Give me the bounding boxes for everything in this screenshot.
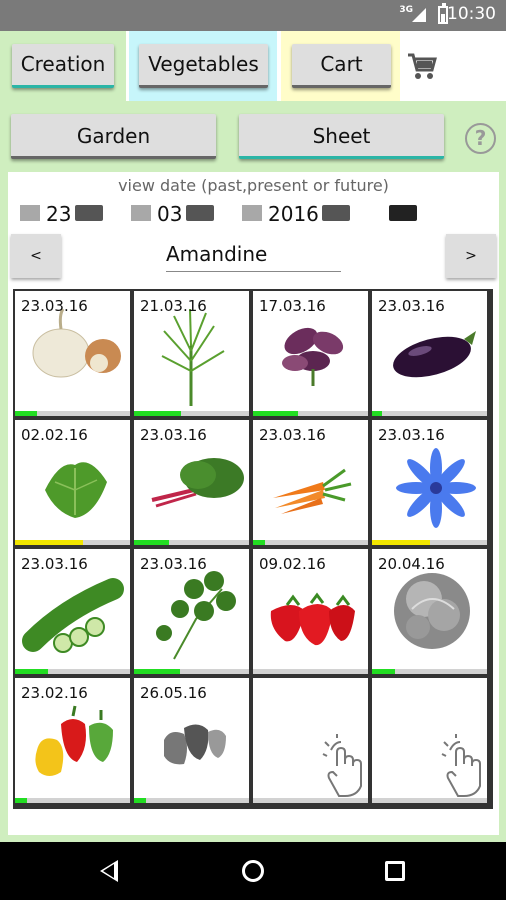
garden-cell[interactable]: 26.05.16 [134, 678, 249, 803]
sowing-date: 09.02.16 [259, 555, 326, 573]
home-icon[interactable] [242, 860, 264, 882]
growth-progress-bar [15, 669, 130, 674]
garden-cell[interactable]: 23.03.16 [372, 420, 487, 545]
year-increment[interactable] [322, 205, 350, 221]
status-bar: 3G 10:30 [0, 0, 506, 31]
garden-cell[interactable]: 23.03.16 [372, 291, 487, 416]
garden-cell[interactable] [372, 678, 487, 803]
growth-progress-fill [134, 540, 169, 545]
growth-progress-fill [15, 411, 37, 416]
garden-cell[interactable]: 23.03.16 [253, 420, 368, 545]
growth-progress-fill [15, 669, 49, 674]
sowing-date: 23.03.16 [259, 426, 326, 444]
view-date-label: view date (past,present or future) [118, 176, 389, 195]
growth-progress-bar [372, 411, 487, 416]
month-value: 03 [157, 202, 183, 226]
tab-cart[interactable]: Cart [292, 44, 391, 88]
day-value: 23 [46, 202, 72, 226]
growth-progress-bar [134, 411, 249, 416]
sowing-date: 23.03.16 [21, 555, 88, 573]
recents-icon[interactable] [385, 861, 405, 881]
sowing-date: 23.03.16 [140, 555, 207, 573]
growth-progress-bar [15, 540, 130, 545]
signal-icon [412, 8, 426, 22]
growth-progress-fill [134, 411, 182, 416]
garden-cell[interactable]: 02.02.16 [15, 420, 130, 545]
growth-progress-fill [15, 540, 83, 545]
garden-cell[interactable] [253, 678, 368, 803]
sowing-date: 23.03.16 [378, 426, 445, 444]
back-icon[interactable] [100, 860, 118, 882]
system-nav-bar [0, 842, 506, 900]
sowing-date: 02.02.16 [21, 426, 88, 444]
year-decrement[interactable] [242, 205, 262, 221]
garden-button[interactable]: Garden [11, 114, 216, 159]
garden-cell[interactable]: 09.02.16 [253, 549, 368, 674]
garden-cell[interactable]: 23.03.16 [134, 549, 249, 674]
sowing-date: 23.03.16 [378, 297, 445, 315]
growth-progress-bar [15, 798, 130, 803]
growth-progress-bar [253, 540, 368, 545]
garden-name: Amandine [166, 242, 341, 272]
year-value: 2016 [268, 202, 319, 226]
garden-sheet-panel: view date (past,present or future) 23 03… [8, 172, 499, 835]
clock: 10:30 [447, 4, 496, 24]
garden-cell[interactable]: 17.03.16 [253, 291, 368, 416]
sowing-date: 23.02.16 [21, 684, 88, 702]
growth-progress-bar [253, 669, 368, 674]
growth-progress-fill [134, 669, 180, 674]
sowing-date: 21.03.16 [140, 297, 207, 315]
day-increment[interactable] [75, 205, 103, 221]
growth-progress-fill [15, 798, 27, 803]
sowing-date: 23.03.16 [21, 297, 88, 315]
garden-cell[interactable]: 20.04.16 [372, 549, 487, 674]
growth-progress-bar [134, 540, 249, 545]
growth-progress-fill [372, 669, 395, 674]
previous-garden-button[interactable]: < [11, 234, 61, 278]
tap-hand-icon [441, 734, 481, 797]
garden-grid: 23.03.16 21.03.16 17.03.16 23.03.16 02.02.16… [13, 289, 493, 809]
sowing-date: 20.04.16 [378, 555, 445, 573]
cart-icon[interactable] [406, 51, 438, 81]
growth-progress-fill [372, 411, 383, 416]
tap-hand-icon [322, 734, 362, 797]
next-garden-button[interactable]: > [446, 234, 496, 278]
sowing-date: 26.05.16 [140, 684, 207, 702]
growth-progress-fill [372, 540, 430, 545]
growth-progress-fill [253, 540, 265, 545]
day-decrement[interactable] [20, 205, 40, 221]
growth-progress-bar [372, 798, 487, 803]
garden-cell[interactable]: 21.03.16 [134, 291, 249, 416]
month-increment[interactable] [186, 205, 214, 221]
growth-progress-bar [134, 798, 249, 803]
growth-progress-fill [134, 798, 146, 803]
date-reset-button[interactable] [389, 205, 417, 221]
growth-progress-bar [134, 669, 249, 674]
growth-progress-bar [372, 540, 487, 545]
garden-cell[interactable]: 23.03.16 [15, 291, 130, 416]
garden-cell[interactable]: 23.03.16 [15, 549, 130, 674]
sowing-date: 17.03.16 [259, 297, 326, 315]
top-tab-bar: Creation Vegetables Cart [0, 31, 506, 101]
sowing-date: 23.03.16 [140, 426, 207, 444]
tab-vegetables[interactable]: Vegetables [139, 44, 268, 88]
sheet-button[interactable]: Sheet [239, 114, 444, 159]
growth-progress-bar [15, 411, 130, 416]
network-type: 3G [399, 5, 413, 15]
garden-cell[interactable]: 23.03.16 [134, 420, 249, 545]
garden-cell[interactable]: 23.02.16 [15, 678, 130, 803]
growth-progress-fill [253, 411, 298, 416]
help-icon[interactable]: ? [465, 123, 496, 154]
month-decrement[interactable] [131, 205, 151, 221]
growth-progress-bar [372, 669, 487, 674]
tab-creation[interactable]: Creation [12, 44, 114, 88]
growth-progress-bar [253, 411, 368, 416]
growth-progress-bar [253, 798, 368, 803]
